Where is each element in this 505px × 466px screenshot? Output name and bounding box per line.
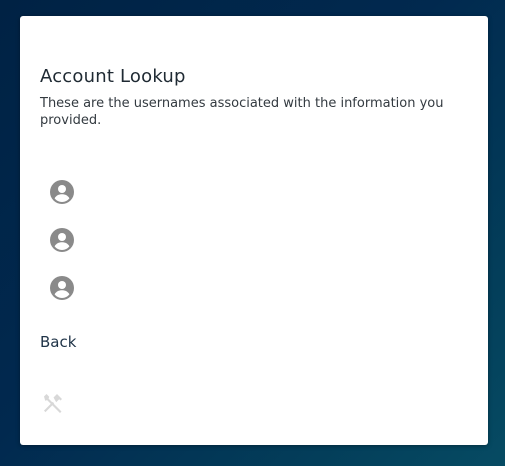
list-item [50, 275, 84, 301]
list-item [50, 227, 84, 253]
back-link[interactable]: Back [40, 332, 76, 352]
username-list [50, 179, 84, 323]
page-title: Account Lookup [40, 66, 186, 87]
page-subtitle: These are the usernames associated with … [40, 96, 444, 128]
account-circle-icon [50, 228, 74, 252]
account-circle-icon [50, 276, 74, 300]
account-lookup-card: Account Lookup These are the usernames a… [20, 16, 488, 445]
list-item [50, 179, 84, 205]
account-circle-icon [50, 180, 74, 204]
tools-icon [44, 394, 62, 413]
